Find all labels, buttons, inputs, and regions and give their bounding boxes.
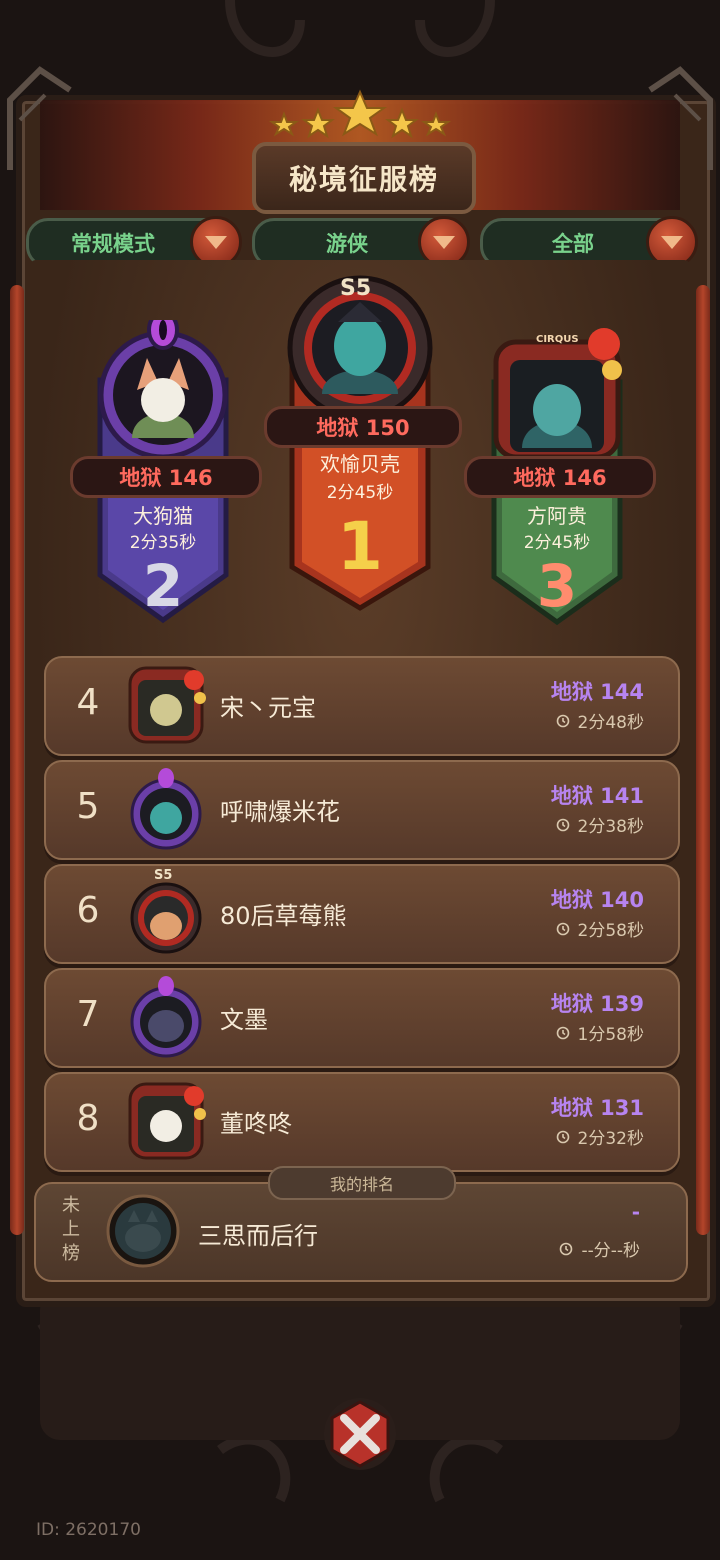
podium-rank-2[interactable]: 地狱 146 大狗猫 2分35秒 2 — [70, 320, 262, 625]
my-rank-status: 未 上 榜 — [56, 1194, 86, 1266]
row-player-name: 董咚咚 — [220, 1110, 292, 1138]
user-id-label: ID: 2620170 — [36, 1520, 141, 1540]
ranking-row[interactable]: 5 呼啸爆米花 地狱 141 2分38秒 — [44, 760, 680, 860]
row-rank: 6 — [76, 890, 100, 931]
row-player-name: 文墨 — [220, 1006, 268, 1034]
close-button[interactable] — [322, 1396, 398, 1472]
player-avatar — [130, 976, 202, 1058]
row-time-text: 2分32秒 — [577, 1129, 644, 1149]
row-rank: 5 — [76, 786, 100, 827]
clock-icon — [556, 714, 569, 727]
clock-icon — [556, 1026, 569, 1039]
page-title: 秘境征服榜 — [252, 142, 476, 214]
clock-icon — [556, 818, 569, 831]
podium-1-score: 地狱 150 — [264, 406, 462, 448]
row-player-name: 呼啸爆米花 — [220, 798, 340, 826]
podium-2-score: 地狱 146 — [70, 456, 262, 498]
my-rank-status-line: 上 — [62, 1219, 80, 1240]
clock-icon — [556, 922, 569, 935]
row-player-name: 宋丶元宝 — [220, 694, 316, 722]
podium-2-name: 大狗猫 — [133, 504, 193, 528]
my-rank-status-line: 未 — [62, 1195, 80, 1216]
row-score: 地狱 140 — [550, 888, 644, 912]
stars-icon — [268, 89, 452, 139]
player-avatar — [128, 666, 206, 744]
row-time-text: 1分58秒 — [577, 1025, 644, 1045]
row-score: 地狱 131 — [550, 1096, 644, 1120]
row-score: 地狱 139 — [550, 992, 644, 1016]
podium-1-time: 2分45秒 — [326, 483, 394, 503]
my-rank-status-line: 榜 — [62, 1243, 80, 1264]
row-time: 2分48秒 — [556, 708, 644, 733]
left-rail — [10, 285, 24, 1235]
my-avatar — [106, 1194, 180, 1268]
podium-1-season-badge: S5 — [340, 276, 372, 301]
corner-ornament-right — [648, 66, 713, 170]
row-score: 地狱 144 — [550, 680, 644, 704]
corner-ornament-left — [7, 66, 72, 170]
podium-1-rank: 1 — [337, 508, 383, 585]
player-avatar — [130, 882, 202, 954]
my-time-text: --分--秒 — [581, 1241, 640, 1261]
podium-rank-1[interactable]: S5 地狱 150 欢愉贝壳 2分45秒 1 — [264, 272, 462, 612]
podium-1-name: 欢愉贝壳 — [320, 452, 400, 476]
podium-3-frame-logo: CIRQUS — [536, 334, 579, 345]
ranking-row[interactable]: 7 文墨 地狱 139 1分58秒 — [44, 968, 680, 1068]
podium-rank-3[interactable]: CIRQUS 地狱 146 方阿贵 2分45秒 3 — [464, 322, 656, 627]
row-season-badge: S5 — [154, 868, 173, 883]
right-rail — [696, 285, 710, 1235]
ranking-row[interactable]: 8 董咚咚 地狱 131 2分32秒 — [44, 1072, 680, 1172]
podium-2-time: 2分35秒 — [129, 533, 197, 553]
row-player-name: 80后草莓熊 — [220, 902, 347, 930]
podium-3-score: 地狱 146 — [464, 456, 656, 498]
podium-3-name: 方阿贵 — [527, 504, 587, 528]
chevron-down-icon — [661, 235, 683, 249]
row-score: 地狱 141 — [550, 784, 644, 808]
row-time-text: 2分48秒 — [577, 713, 644, 733]
row-rank: 7 — [76, 994, 100, 1035]
filter-mode-label: 常规模式 — [71, 232, 155, 256]
filter-class-label: 游侠 — [326, 232, 368, 256]
my-time: --分--秒 — [559, 1236, 640, 1261]
row-time: 2分58秒 — [556, 916, 644, 941]
podium-2-rank: 2 — [142, 552, 184, 620]
ranking-row[interactable]: 4 宋丶元宝 地狱 144 2分48秒 — [44, 656, 680, 756]
my-score: - — [631, 1200, 640, 1224]
row-time-text: 2分58秒 — [577, 921, 644, 941]
my-rank-tab: 我的排名 — [268, 1166, 456, 1200]
clock-icon — [556, 1130, 569, 1143]
row-rank: 8 — [76, 1098, 100, 1139]
clock-icon — [560, 1242, 573, 1255]
podium-3-rank: 3 — [536, 552, 578, 620]
podium-3-time: 2分45秒 — [523, 533, 591, 553]
chevron-down-icon — [433, 235, 455, 249]
filter-scope-label: 全部 — [552, 232, 594, 256]
ranking-row[interactable]: 6 S5 80后草莓熊 地狱 140 2分58秒 — [44, 864, 680, 964]
row-time-text: 2分38秒 — [577, 817, 644, 837]
player-avatar — [130, 768, 202, 850]
row-rank: 4 — [76, 682, 100, 723]
row-time: 2分32秒 — [556, 1124, 644, 1149]
chevron-down-icon — [205, 235, 227, 249]
row-time: 2分38秒 — [556, 812, 644, 837]
player-avatar — [128, 1082, 206, 1160]
row-time: 1分58秒 — [556, 1020, 644, 1045]
my-player-name: 三思而后行 — [198, 1222, 318, 1250]
